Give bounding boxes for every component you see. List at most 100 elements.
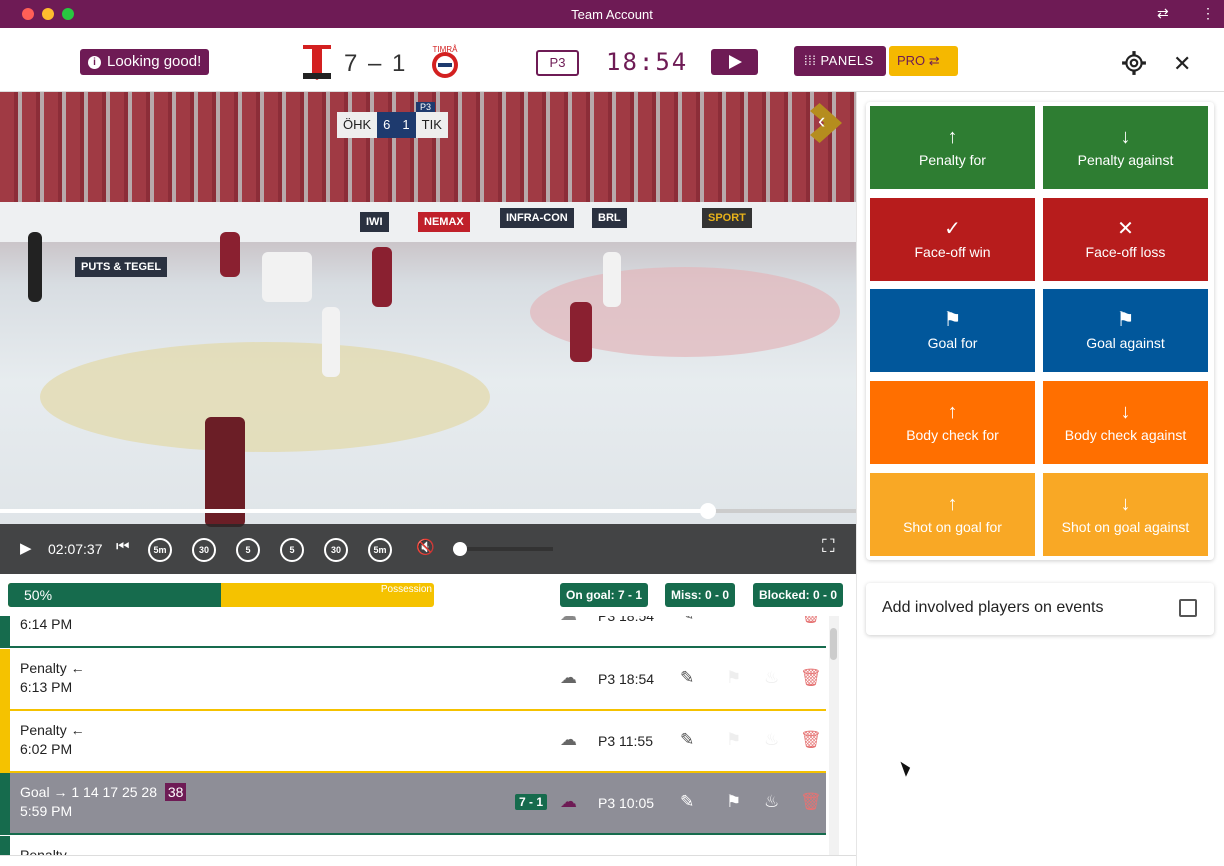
forward-5m-icon[interactable]: 5m [368, 538, 392, 562]
shot-on-goal-for-button[interactable]: ↑ Shot on goal for [870, 473, 1035, 556]
event-time: 5:59 PM [20, 803, 73, 819]
pro-toggle-button[interactable]: PRO ⇄ [889, 46, 958, 76]
forward-30-icon[interactable]: 30 [324, 538, 348, 562]
player [570, 302, 592, 362]
ad-board: SPORT [702, 208, 752, 228]
cloud-upload-icon[interactable]: ☁ [560, 668, 577, 688]
ad-board: BRL [592, 208, 627, 228]
button-label: Goal for [927, 335, 978, 351]
volume-slider[interactable] [460, 547, 553, 551]
event-period-time: P3 11:55 [598, 733, 654, 749]
play-icon[interactable]: ▶ [20, 539, 32, 557]
event-color-bar [0, 836, 10, 856]
fire-icon[interactable]: ♨ [764, 730, 779, 750]
cloud-upload-icon[interactable]: ☁ [560, 616, 577, 625]
body-check-for-button[interactable]: ↑ Body check for [870, 381, 1035, 464]
scorebug-home: ÖHK [337, 112, 378, 138]
close-icon[interactable]: ✕ [1173, 51, 1191, 77]
volume-handle[interactable] [453, 542, 467, 556]
fire-icon[interactable]: ♨ [764, 668, 779, 688]
button-label: Penalty for [919, 152, 986, 168]
more-vert-icon[interactable]: ⋮ [1201, 5, 1215, 22]
flag-icon[interactable]: ⚑ [726, 792, 741, 812]
event-color-bar [0, 773, 10, 835]
mute-icon[interactable]: 🔇 [416, 538, 435, 556]
game-clock[interactable]: 18:54 [606, 48, 688, 76]
panels-button[interactable]: ⁞⁞⁞ PANELS [794, 46, 886, 76]
flag-icon[interactable]: ⚑ [726, 730, 741, 750]
arrow-up-icon: ↑ [947, 126, 958, 148]
ad-board: IWI [360, 212, 389, 232]
rewind-5m-icon[interactable]: 5m [148, 538, 172, 562]
cloud-upload-icon[interactable]: ☁ [560, 730, 577, 750]
event-row[interactable]: Penalty ← 6:02 PM ☁ P3 11:55 ✎ ⚑ ♨ 🗑 [0, 711, 826, 773]
faceoff-loss-button[interactable]: ✕ Face-off loss [1043, 198, 1208, 281]
delete-icon[interactable]: 🗑 [800, 730, 822, 750]
edit-icon[interactable]: ✎ [680, 792, 694, 812]
row-divider [10, 833, 826, 835]
ad-board: INFRA-CON [500, 208, 574, 228]
event-row[interactable]: Penalty → [0, 836, 826, 856]
chevron-left-icon[interactable]: ‹ [818, 108, 825, 134]
delete-icon[interactable]: 🗑 [800, 792, 822, 812]
shot-on-goal-against-button[interactable]: ↓ Shot on goal against [1043, 473, 1208, 556]
delete-icon[interactable]: 🗑 [800, 616, 822, 625]
penalty-for-button[interactable]: ↑ Penalty for [870, 106, 1035, 189]
goal-against-button[interactable]: ⚑ Goal against [1043, 289, 1208, 372]
scrollbar-thumb[interactable] [830, 628, 837, 660]
scorebug-home-score: 6 [377, 112, 397, 138]
skip-previous-icon[interactable]: ⏮ [116, 538, 130, 555]
flag-icon[interactable]: ⚑ [726, 668, 741, 688]
translate-icon[interactable]: ⇄ [1157, 5, 1169, 22]
involved-players-checkbox[interactable] [1179, 599, 1197, 617]
status-text: Looking good! [107, 53, 202, 70]
status-badge: i Looking good! [80, 49, 210, 75]
event-list: 6:14 PM P3 18:54 ☁ ✎ 🗑 Penalty ← 6:13 PM… [0, 616, 828, 856]
body-check-against-button[interactable]: ↓ Body check against [1043, 381, 1208, 464]
selected-player-badge: 38 [164, 783, 187, 801]
delete-icon[interactable]: 🗑 [800, 668, 822, 688]
involved-players-option[interactable]: Add involved players on events [866, 583, 1214, 635]
video-time: 02:07:37 [48, 541, 103, 557]
video-progress-handle[interactable] [700, 503, 716, 519]
event-row[interactable]: Goal → 1 14 17 25 28 38 5:59 PM 7 - 1 ☁ … [0, 773, 826, 835]
fullscreen-icon[interactable]: ⛶ [822, 536, 835, 557]
video-scorebug: ÖHK 6 1 TIK [337, 112, 448, 138]
arrow-down-icon: ↓ [1120, 126, 1131, 148]
pro-label: PRO [897, 53, 926, 68]
center-ice-logo [40, 342, 490, 452]
rewind-30-icon[interactable]: 30 [192, 538, 216, 562]
edit-icon[interactable]: ✎ [680, 730, 694, 750]
video-player[interactable]: PUTS & TEGEL IWI NEMAX INFRA-CON BRL SPO… [0, 92, 856, 574]
list-footer [0, 855, 856, 866]
edit-icon[interactable]: ✎ [680, 616, 694, 625]
event-title: Penalty ← [20, 722, 85, 738]
row-divider [10, 646, 826, 648]
event-row[interactable]: Penalty ← 6:13 PM ☁ P3 18:54 ✎ ⚑ ♨ 🗑 [0, 649, 826, 711]
button-label: Face-off win [914, 244, 991, 260]
period-indicator[interactable]: P3 [536, 50, 579, 76]
arrow-up-icon: ↑ [947, 401, 958, 423]
fire-icon[interactable]: ♨ [764, 792, 779, 812]
clock-play-button[interactable] [711, 49, 758, 75]
info-icon: i [88, 55, 101, 69]
goal-for-button[interactable]: ⚑ Goal for [870, 289, 1035, 372]
involved-players-label: Add involved players on events [882, 599, 1104, 616]
penalty-against-button[interactable]: ↓ Penalty against [1043, 106, 1208, 189]
event-row[interactable]: 6:14 PM P3 18:54 ☁ ✎ 🗑 [0, 616, 826, 648]
forward-5-icon[interactable]: 5 [280, 538, 304, 562]
possession-home: 50% [8, 583, 221, 607]
event-period-time: P3 10:05 [598, 795, 655, 811]
window-title: Team Account [571, 7, 653, 22]
faceoff-win-button[interactable]: ✓ Face-off win [870, 198, 1035, 281]
blocked-stat: Blocked: 0 - 0 [753, 583, 844, 607]
goalie [262, 252, 312, 302]
score-badge: 7 - 1 [515, 794, 548, 810]
settings-gear-icon[interactable] [1121, 50, 1147, 76]
cloud-upload-icon[interactable]: ☁ [560, 792, 577, 812]
possession-bar[interactable]: 50% Possession [8, 583, 434, 607]
rewind-5-icon[interactable]: 5 [236, 538, 260, 562]
player [220, 232, 240, 277]
event-title-text: Goal → 1 14 17 25 28 [20, 784, 157, 800]
edit-icon[interactable]: ✎ [680, 668, 694, 688]
